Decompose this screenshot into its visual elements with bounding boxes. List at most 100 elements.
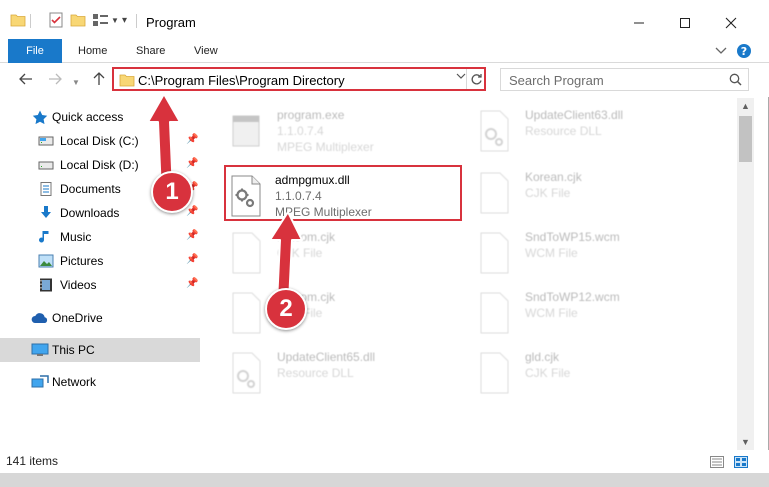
maximize-button[interactable] <box>662 8 708 38</box>
recent-locations-icon[interactable]: ▼ <box>66 72 86 92</box>
divider <box>136 14 137 28</box>
tab-view[interactable]: View <box>194 39 218 63</box>
large-icons-view-icon[interactable] <box>734 456 748 468</box>
search-box[interactable]: Search Program <box>500 68 749 91</box>
scroll-up-icon[interactable]: ▲ <box>737 98 754 114</box>
file-icon <box>229 232 263 274</box>
file-detail: 1.1.0.7.4 <box>275 189 322 203</box>
file-detail: 1.1.0.7.4 <box>277 124 324 138</box>
sidebar-item-music[interactable]: Music 📌 <box>0 225 200 249</box>
drive-icon <box>38 134 54 148</box>
file-icon <box>229 292 263 334</box>
scroll-down-icon[interactable]: ▼ <box>737 434 754 450</box>
address-path[interactable]: C:\Program Files\Program Directory <box>138 73 345 88</box>
tab-file[interactable]: File <box>8 39 62 63</box>
download-icon <box>38 206 54 220</box>
customize-toolbar-icon[interactable]: ▾ <box>122 15 127 33</box>
window-title: Program <box>146 15 196 30</box>
sidebar-item-network[interactable]: Network <box>0 370 200 394</box>
file-item[interactable]: Fatcom.cjk CJK File <box>207 284 447 340</box>
folder-icon <box>10 12 26 30</box>
network-icon <box>31 375 49 389</box>
search-input[interactable]: Search Program <box>509 73 604 88</box>
chevron-down-icon[interactable]: ▼ <box>111 16 119 34</box>
vertical-scrollbar[interactable]: ▲ ▼ <box>737 98 754 450</box>
sidebar-item-pictures[interactable]: Pictures 📌 <box>0 249 200 273</box>
tab-share[interactable]: Share <box>136 39 165 63</box>
address-bar[interactable]: C:\Program Files\Program Directory <box>112 67 486 91</box>
refresh-icon[interactable] <box>466 69 486 89</box>
pin-icon: 📌 <box>186 230 199 241</box>
address-dropdown-icon[interactable] <box>456 72 466 83</box>
pictures-icon <box>38 254 54 268</box>
view-toggle-icon[interactable] <box>92 12 110 30</box>
file-icon <box>477 292 511 334</box>
new-folder-icon[interactable] <box>70 12 86 30</box>
file-icon <box>477 352 511 394</box>
file-item[interactable]: UpdateClient63.dll Resource DLL <box>455 102 695 158</box>
sidebar-item-label: Quick access <box>52 110 124 124</box>
file-name: Korean.cjk <box>525 170 582 184</box>
explorer-window: ▼ ▾ Program File Home Share View ? ▼ C:\… <box>0 0 769 473</box>
file-item[interactable]: gld.cjk CJK File <box>455 344 695 400</box>
file-detail: Resource DLL <box>525 124 602 138</box>
file-item[interactable]: Korean.cjk CJK File <box>455 164 695 220</box>
file-item[interactable]: SndToWP12.wcm WCM File <box>455 284 695 340</box>
file-name: program.exe <box>277 108 345 122</box>
file-icon <box>477 172 511 214</box>
item-count: 141 items <box>6 454 59 468</box>
pin-icon: 📌 <box>186 206 199 217</box>
pin-icon: 📌 <box>186 278 199 289</box>
star-icon <box>32 110 48 125</box>
expand-ribbon-icon[interactable] <box>712 42 730 60</box>
file-name: gld.cjk <box>525 350 560 364</box>
dll-icon <box>229 175 263 217</box>
scroll-thumb[interactable] <box>739 116 752 162</box>
sidebar-item-label: OneDrive <box>52 311 103 325</box>
status-bar: 141 items <box>0 450 769 473</box>
sidebar-item-label: Videos <box>60 278 97 292</box>
file-item[interactable]: Fatcom.cjk CJK File <box>207 224 447 280</box>
file-name: SndToWP12.wcm <box>525 290 620 304</box>
sidebar-item-onedrive[interactable]: OneDrive <box>0 306 200 330</box>
file-icon <box>477 232 511 274</box>
navigation-bar: ▼ C:\Program Files\Program Directory Sea… <box>0 63 769 97</box>
computer-icon <box>31 343 49 357</box>
sidebar-item-label: Music <box>60 230 92 244</box>
file-item[interactable]: SndToWP15.wcm WCM File <box>455 224 695 280</box>
sidebar-item-label: Pictures <box>60 254 104 268</box>
sidebar-item-label: Downloads <box>60 206 120 220</box>
file-name: admpgmux.dll <box>275 173 350 187</box>
search-icon[interactable] <box>729 73 742 89</box>
properties-icon[interactable] <box>48 12 64 30</box>
file-item[interactable]: UpdateClient65.dll Resource DLL <box>207 344 447 400</box>
drive-icon <box>38 158 54 172</box>
cloud-icon <box>31 311 48 325</box>
title-bar: ▼ ▾ Program <box>0 0 769 40</box>
exe-icon <box>229 110 263 152</box>
forward-arrow-icon[interactable] <box>45 69 65 89</box>
close-button[interactable] <box>708 8 754 38</box>
help-icon[interactable]: ? <box>735 42 753 60</box>
up-arrow-icon[interactable] <box>89 69 109 89</box>
file-detail: MPEG Multiplexer <box>277 140 374 154</box>
ribbon: File Home Share View ? <box>0 39 769 63</box>
sidebar-item-this-pc[interactable]: This PC <box>0 338 200 362</box>
step-badge-1: 1 <box>151 171 193 213</box>
sidebar-item-videos[interactable]: Videos 📌 <box>0 273 200 297</box>
svg-text:?: ? <box>741 45 747 58</box>
music-icon <box>38 230 54 244</box>
details-view-icon[interactable] <box>710 456 724 468</box>
minimize-button[interactable] <box>616 8 662 38</box>
sidebar-item-label: Documents <box>60 182 121 196</box>
desktop-background <box>0 473 769 487</box>
sidebar-item-label: Network <box>52 375 97 389</box>
file-name: SndToWP15.wcm <box>525 230 620 244</box>
file-item-selected[interactable]: admpgmux.dll 1.1.0.7.4 MPEG Multiplexer <box>224 165 462 221</box>
sidebar-item-label: This PC <box>52 343 95 357</box>
divider <box>30 14 31 28</box>
file-item[interactable]: program.exe 1.1.0.7.4 MPEG Multiplexer <box>207 102 447 158</box>
documents-icon <box>38 182 54 196</box>
back-arrow-icon[interactable] <box>16 69 36 89</box>
tab-home[interactable]: Home <box>78 39 107 63</box>
